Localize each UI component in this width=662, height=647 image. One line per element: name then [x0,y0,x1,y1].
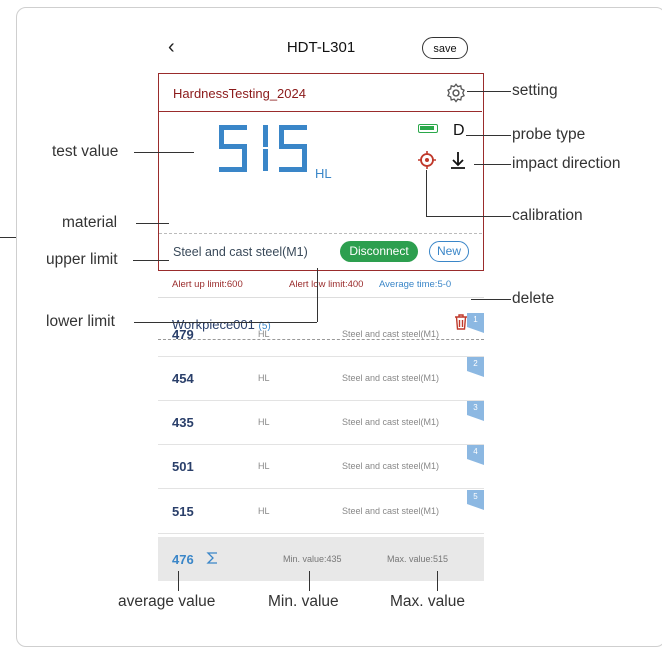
target-icon[interactable] [417,150,437,170]
min-value: Min. value:435 [283,554,342,564]
leader-line [309,571,310,591]
list-item[interactable]: 435 HL Steel and cast steel(M1) 3 [158,401,484,445]
list-item[interactable]: 454 HL Steel and cast steel(M1) 2 [158,357,484,401]
measurement-unit: HL [258,373,270,383]
measurement-unit: HL [258,329,270,339]
app-screen: ‹ HDT-L301 save HardnessTesting_2024 515… [158,30,484,590]
sigma-icon [206,552,217,564]
leader-line [474,164,511,165]
measurement-index: 2 [467,357,484,377]
limits-divider [158,297,484,298]
measurement-unit: HL [258,506,270,516]
save-button[interactable]: save [422,37,468,59]
stats-bar: 476 Min. value:435 Max. value:515 [158,537,484,581]
measurement-material: Steel and cast steel(M1) [342,461,440,471]
measurement-index: 3 [467,401,484,421]
leader-line [426,170,427,216]
leader-line [136,223,169,224]
gear-icon[interactable] [445,82,467,104]
max-value: Max. value:515 [387,554,449,564]
measurement-value: 479 [172,327,194,342]
annotation-probe-type: probe type [512,126,586,143]
annotation-upper-limit: upper limit [46,251,118,268]
leader-line [317,268,318,322]
annotation-average-value: average value [118,593,216,610]
annotation-setting: setting [512,82,558,99]
measurement-unit: HL [258,461,270,471]
frame-tick [0,237,16,238]
limits-bar: Alert up limit:600 Alert low limit:400 A… [158,273,484,297]
measurement-value: 454 [172,371,194,386]
annotation-test-value: test value [52,143,119,160]
unit-label: HL [315,166,332,181]
measurement-value: 515 [172,504,194,519]
measurement-material: Steel and cast steel(M1) [342,417,440,427]
list-item[interactable]: 479 HL Steel and cast steel(M1) 1 [158,313,484,357]
list-item[interactable]: 501 HL Steel and cast steel(M1) 4 [158,445,484,489]
leader-line [178,571,179,591]
leader-line [466,135,511,136]
leader-line [467,91,511,92]
new-button[interactable]: New [429,241,469,262]
top-bar: ‹ HDT-L301 save [158,30,484,68]
probe-type: D [453,122,465,139]
annotation-material: material [62,214,118,231]
battery-icon [418,124,438,133]
leader-line [426,216,511,217]
leader-line [133,260,169,261]
disconnect-button[interactable]: Disconnect [340,241,418,262]
leader-line [437,571,438,591]
average-time: Average time:5-0 [379,279,452,290]
leader-line [471,299,511,300]
measurement-index: 1 [467,313,484,333]
average-value: 476 [172,552,194,567]
lower-limit: Alert low limit:400 [289,279,364,290]
measurement-material: Steel and cast steel(M1) [342,373,440,383]
annotation-min-value: Min. value [268,593,339,610]
annotation-impact-direction: impact direction [512,155,621,172]
measurement-unit: HL [258,417,270,427]
impact-down-icon [451,152,465,169]
annotation-max-value: Max. value [390,593,465,610]
file-name: HardnessTesting_2024 [173,86,306,101]
upper-limit: Alert up limit:600 [172,279,243,290]
list-item[interactable]: 515 HL Steel and cast steel(M1) 5 [158,490,484,534]
measurement-value: 435 [172,415,194,430]
annotation-delete: delete [512,290,555,307]
material-label[interactable]: Steel and cast steel(M1) [173,245,308,259]
test-card: HardnessTesting_2024 515 HL D Steel and … [158,73,484,271]
card-divider [159,111,482,112]
measurement-value: 501 [172,459,194,474]
leader-line [134,152,194,153]
measurement-material: Steel and cast steel(M1) [342,329,440,339]
measurement-material: Steel and cast steel(M1) [342,506,440,516]
annotation-calibration: calibration [512,207,583,224]
measurement-index: 4 [467,445,484,465]
annotation-lower-limit: lower limit [46,313,115,330]
test-value-display [219,125,307,172]
measurement-index: 5 [467,490,484,510]
card-dash-divider [159,233,482,234]
leader-line [134,322,317,323]
